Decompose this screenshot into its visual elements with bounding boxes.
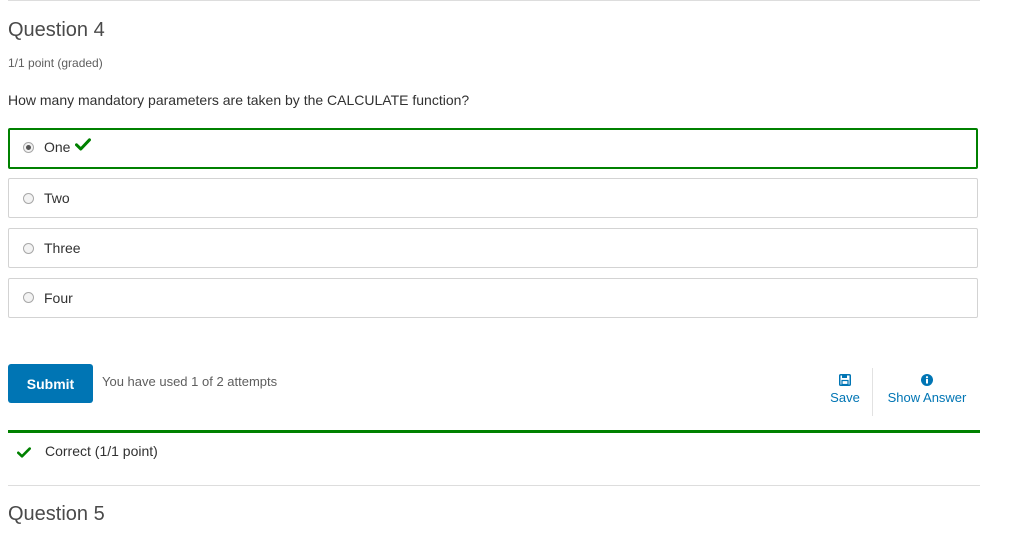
answer-option-two[interactable]: Two xyxy=(8,178,978,218)
answer-option-one[interactable]: One xyxy=(8,128,978,169)
answer-option-label: Two xyxy=(44,190,70,206)
floppy-disk-icon xyxy=(826,374,864,388)
checkmark-icon xyxy=(75,138,92,155)
feedback-bar xyxy=(8,430,980,433)
question-divider xyxy=(8,485,980,486)
radio-button[interactable] xyxy=(23,292,34,303)
show-answer-label: Show Answer xyxy=(887,390,967,405)
question-title: Question 4 xyxy=(8,19,105,41)
answer-option-label: Three xyxy=(44,240,81,256)
top-divider xyxy=(8,0,980,1)
save-label: Save xyxy=(830,390,860,405)
save-button[interactable]: Save xyxy=(826,374,864,405)
show-answer-button[interactable]: Show Answer xyxy=(880,374,974,405)
next-question-title: Question 5 xyxy=(8,503,105,525)
submit-button[interactable]: Submit xyxy=(8,364,93,403)
problem-page: Question 4 1/1 point (graded) How many m… xyxy=(0,0,1022,540)
answer-option-label: Four xyxy=(44,290,73,306)
attempts-text: You have used 1 of 2 attempts xyxy=(102,374,278,389)
radio-button[interactable] xyxy=(23,243,34,254)
answer-option-label: One xyxy=(44,139,71,155)
question-points: 1/1 point (graded) xyxy=(8,56,103,70)
checkmark-icon xyxy=(17,445,31,463)
answer-option-three[interactable]: Three xyxy=(8,228,978,268)
radio-button-selected[interactable] xyxy=(23,142,34,153)
question-prompt: How many mandatory parameters are taken … xyxy=(8,92,470,108)
feedback-message: Correct (1/1 point) xyxy=(45,443,158,459)
action-divider xyxy=(872,368,873,416)
radio-button[interactable] xyxy=(23,193,34,204)
info-circle-icon xyxy=(880,374,974,388)
answer-option-four[interactable]: Four xyxy=(8,278,978,318)
